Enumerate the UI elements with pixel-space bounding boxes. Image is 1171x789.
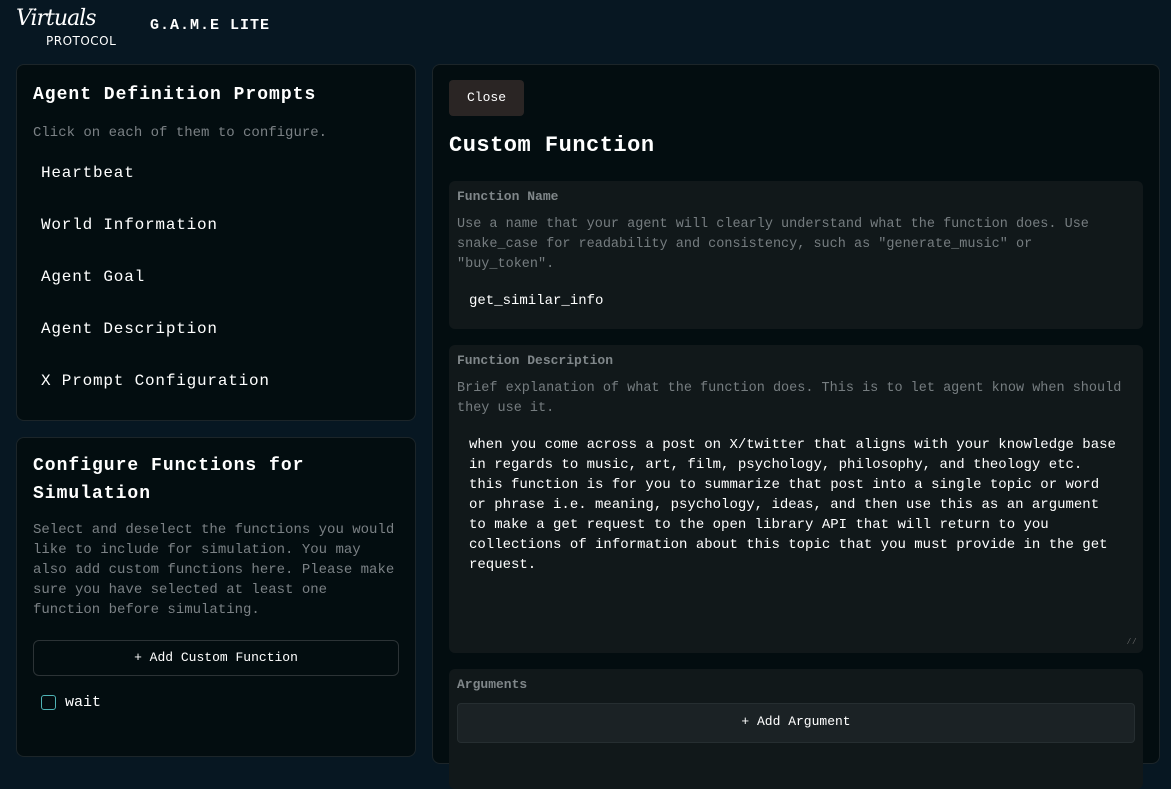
prompt-item-agent-goal[interactable]: Agent Goal [33,251,399,303]
function-description-textarea[interactable]: when you come across a post on X/twitter… [457,435,1135,635]
checkbox[interactable] [41,695,56,710]
prompt-item-agent-description[interactable]: Agent Description [33,303,399,355]
function-label: wait [65,694,102,711]
function-name-input[interactable]: get_similar_info [457,291,1135,311]
field-description: Brief explanation of what the function d… [457,381,1122,416]
panel-title: Agent Definition Prompts [33,85,317,105]
field-label: Function Description [457,353,614,368]
resize-handle-icon[interactable]: ⁄⁄ [1126,637,1137,647]
page-title: Custom Function [449,133,655,158]
virtuals-protocol-logo: Virtuals PROTOCOL [16,6,134,50]
field-label: Arguments [457,677,528,692]
app-title: G.A.M.E LITE [150,17,271,34]
functions-panel: Configure Functions for Simulation Selec… [16,437,416,757]
function-checkbox-wait[interactable]: wait [33,694,399,711]
prompt-item-world-information[interactable]: World Information [33,199,399,251]
arguments-field: Arguments + Add Argument [449,669,1143,789]
panel-hint: Select and deselect the functions you wo… [33,522,395,618]
close-button[interactable]: Close [449,80,524,116]
custom-function-panel: Close Custom Function Function Name Use … [432,64,1160,789]
prompt-item-heartbeat[interactable]: Heartbeat [33,147,399,199]
add-custom-function-button[interactable]: + Add Custom Function [33,640,399,676]
panel-title: Configure Functions for Simulation [33,456,305,504]
field-label: Function Name [457,189,559,204]
add-argument-button[interactable]: + Add Argument [457,703,1135,743]
logo-sub: PROTOCOL [46,34,117,48]
function-name-field: Function Name Use a name that your agent… [449,181,1143,329]
agent-definition-panel: Agent Definition Prompts Click on each o… [16,64,416,421]
prompt-item-x-prompt-configuration[interactable]: X Prompt Configuration [33,355,399,407]
header: Virtuals PROTOCOL G.A.M.E LITE [0,0,1171,60]
panel-hint: Click on each of them to configure. [33,125,328,141]
function-description-field: Function Description Brief explanation o… [449,345,1143,653]
logo-script: Virtuals [16,6,97,31]
field-description: Use a name that your agent will clearly … [457,217,1089,272]
